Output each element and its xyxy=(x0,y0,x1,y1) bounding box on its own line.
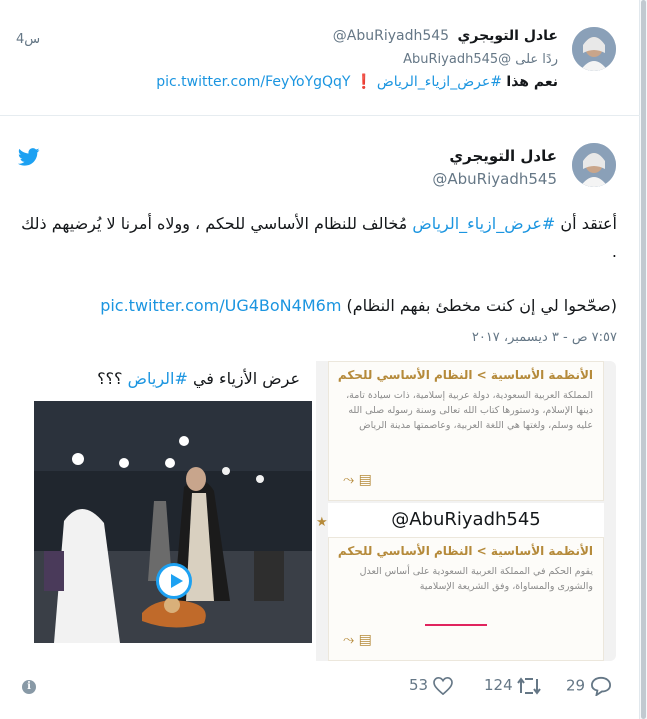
video-title-tag: #الرياض xyxy=(127,369,188,388)
pic-link[interactable]: pic.twitter.com/FeyYoYgQqY xyxy=(156,74,350,90)
like-button[interactable]: 53 xyxy=(409,676,453,695)
document-body: المملكة العربية السعودية، دولة عربية إسل… xyxy=(346,390,593,431)
share-icon: ⤳ ▤ xyxy=(343,632,372,648)
display-name[interactable]: عادل التويجري xyxy=(449,147,557,165)
info-icon[interactable]: i xyxy=(22,680,36,694)
scrollbar[interactable] xyxy=(640,0,647,719)
hashtag-link[interactable]: #عرض_ازياء_الرياض xyxy=(412,214,555,233)
retweet-count: 124 xyxy=(484,676,513,694)
retweet-icon xyxy=(517,676,542,695)
share-icon: ⤳ ▤ xyxy=(343,472,372,488)
tweet-text-part: أعتقد أن xyxy=(560,214,617,233)
highlight-underline xyxy=(425,624,487,626)
video-title-suffix: ؟؟؟ xyxy=(97,369,123,388)
like-count: 53 xyxy=(409,676,429,694)
video-title-prefix: عرض الأزياء في xyxy=(192,369,300,388)
exclamation-icon: ❗ xyxy=(354,74,373,90)
tweet-date[interactable]: ٧:٥٧ ص - ٣ ديسمبر، ٢٠١٧ xyxy=(472,330,617,345)
document-panel: الأنظمة الأساسية > النظام الأساسي للحكم … xyxy=(328,537,604,661)
video-frame[interactable] xyxy=(34,401,312,643)
star-icon: ★ xyxy=(316,515,328,530)
tweet-actions: i 53 124 29 xyxy=(0,672,640,702)
avatar[interactable] xyxy=(572,143,616,187)
timestamp[interactable]: 4س xyxy=(16,32,40,47)
replying-handle[interactable]: @AbuRiyadh545 xyxy=(403,52,511,67)
reply-text: نعم هذا #عرض_ازياء_الرياض ❗ pic.twitter.… xyxy=(156,74,558,90)
document-panel: الأنظمة الأساسية > النظام الأساسي للحكم … xyxy=(328,361,604,501)
video-title: عرض الأزياء في #الرياض ؟؟؟ xyxy=(97,369,300,388)
display-name[interactable]: عادل التويجري xyxy=(458,28,558,44)
play-button[interactable] xyxy=(156,563,192,599)
document-body: يقوم الحكم في المملكة العربية السعودية ع… xyxy=(359,566,593,592)
replying-prefix: ردًا على xyxy=(515,52,558,67)
tweet-card: عادل التويجري @AbuRiyadh545 4س ردًا على … xyxy=(0,0,640,719)
document-image[interactable]: الأنظمة الأساسية > النظام الأساسي للحكم … xyxy=(316,361,616,661)
scrollbar-thumb[interactable] xyxy=(641,0,646,719)
pic-link[interactable]: pic.twitter.com/UG4BoN4M6m xyxy=(100,296,341,315)
video-thumbnail[interactable]: عرض الأزياء في #الرياض ؟؟؟ xyxy=(24,361,312,661)
reply-button[interactable]: 29 xyxy=(566,676,612,696)
tweet-text: أعتقد أن #عرض_ازياء_الرياض مُخالف للنظام… xyxy=(17,210,617,266)
heart-icon xyxy=(433,676,453,695)
reply-icon xyxy=(590,676,611,696)
retweet-button[interactable]: 124 xyxy=(484,676,542,695)
document-title: الأنظمة الأساسية > النظام الأساسي للحكم xyxy=(337,368,593,382)
tweet-text-line: (صحّحوا لي إن كنت مخطئ بفهم النظام) pic.… xyxy=(100,296,617,315)
replying-to: ردًا على @AbuRiyadh545 xyxy=(403,52,558,67)
hashtag-link[interactable]: #عرض_ازياء_الرياض xyxy=(377,74,502,90)
reply-header: عادل التويجري @AbuRiyadh545 xyxy=(333,28,558,44)
user-handle[interactable]: @AbuRiyadh545 xyxy=(432,170,557,188)
reply-count: 29 xyxy=(566,676,586,695)
document-title: الأنظمة الأساسية > النظام الأساسي للحكم xyxy=(337,544,593,558)
user-handle[interactable]: @AbuRiyadh545 xyxy=(333,28,449,44)
reply-text-bold: نعم هذا xyxy=(506,74,558,90)
avatar[interactable] xyxy=(572,27,616,71)
reply-tweet[interactable]: عادل التويجري @AbuRiyadh545 4س ردًا على … xyxy=(0,0,640,116)
twitter-bird-icon[interactable] xyxy=(17,148,40,166)
correction-text: (صحّحوا لي إن كنت مخطئ بفهم النظام) xyxy=(346,296,618,315)
watermark-text: @AbuRiyadh545 xyxy=(328,503,604,537)
media-grid: عرض الأزياء في #الرياض ؟؟؟ الأنظمة الأسا… xyxy=(24,361,616,661)
